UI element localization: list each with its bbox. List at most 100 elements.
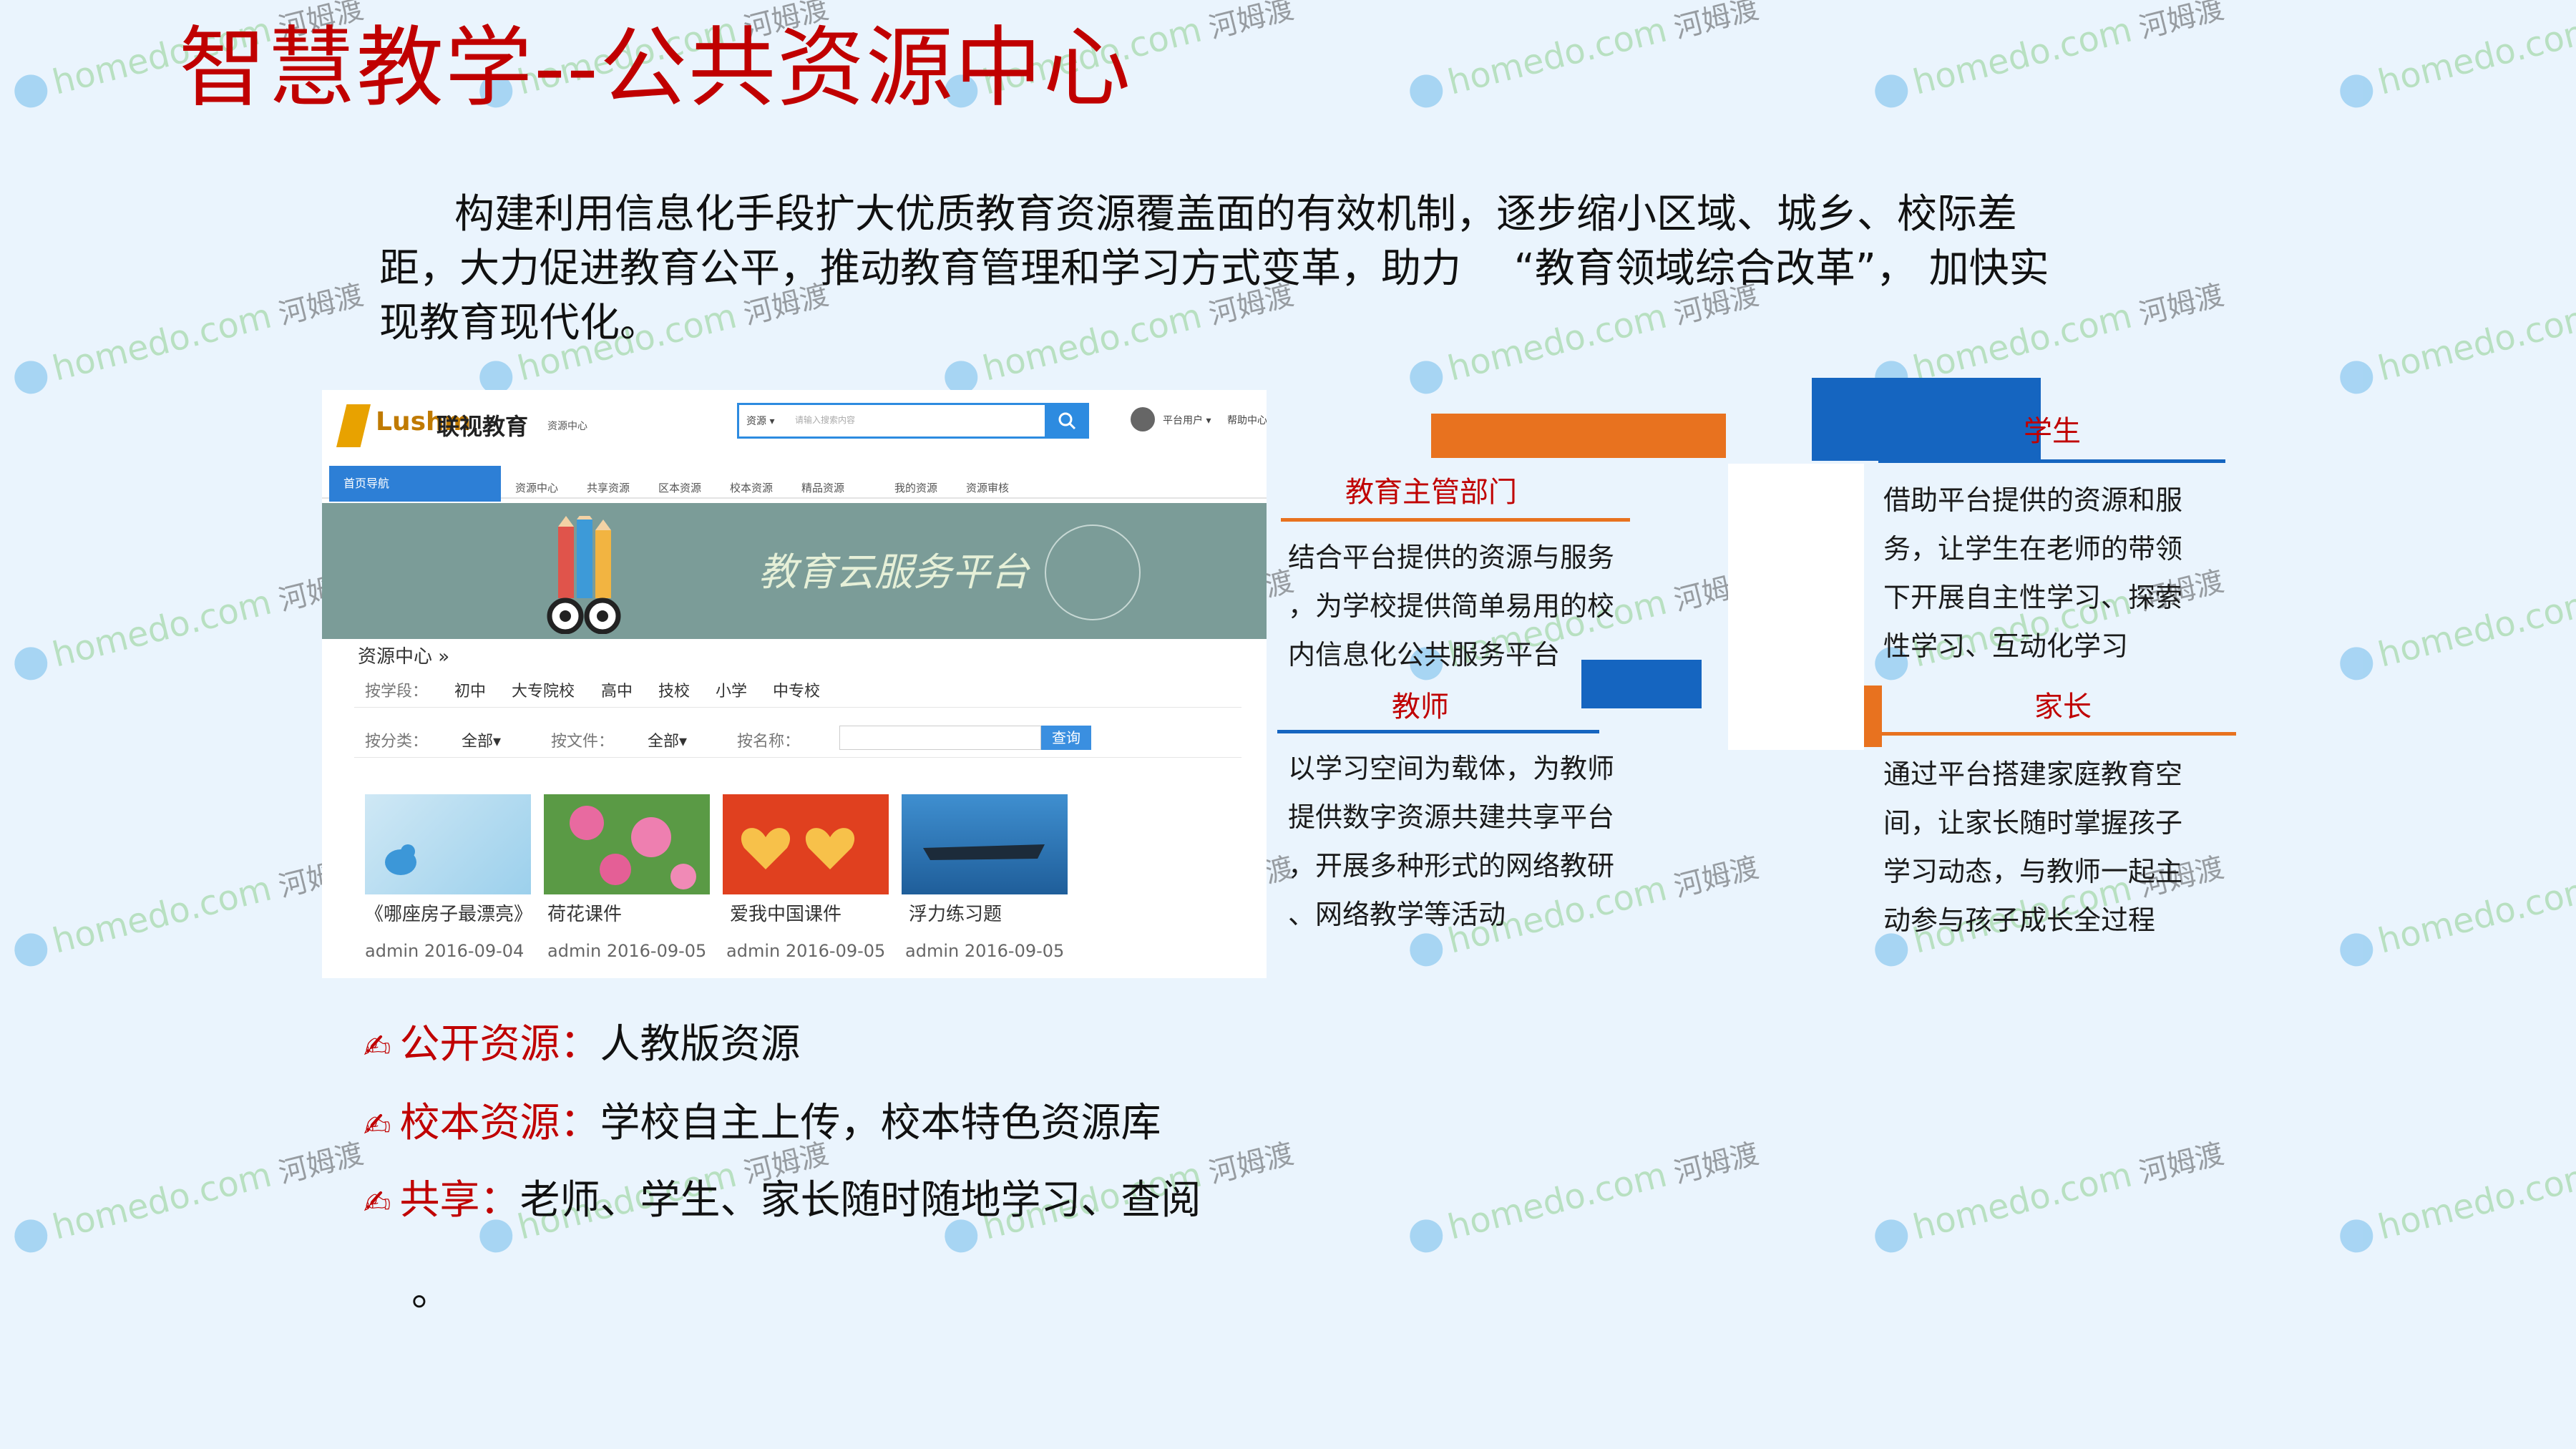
stage-filter-row: 按学段： 初中 大专院校 高中 技校 小学 中专校 [354,665,1241,708]
teacher-line: 、网络教学等活动 [1288,899,1506,930]
teacher-line: 以学习空间为载体，为教师 [1288,753,1615,784]
item-caption[interactable]: 荷花课件 [547,899,622,926]
flower-icon [11,643,52,684]
filter-option[interactable]: 中专校 [773,678,820,701]
ship-icon [923,844,1045,860]
student-line: 下开展自主性学习、探索 [1883,582,2183,613]
search-input[interactable]: 资源 ▾ 请输入搜索内容 [737,403,1049,439]
item-meta: admin 2016-09-05 [726,941,886,961]
nav-item[interactable]: 区本资源 [658,480,701,495]
filter-label: 按名称： [737,733,801,751]
teacher-title: 教师 [1392,691,1449,723]
pencils-icon [547,516,621,634]
watermark-cn: 河姆渡 [275,278,367,332]
avatar[interactable] [1131,407,1155,431]
watermark-cn: 河姆渡 [1205,0,1297,46]
filter-option[interactable]: 大专院校 [512,678,575,701]
watermark-cn: 河姆渡 [1670,1137,1762,1191]
item-meta: admin 2016-09-05 [905,941,1065,961]
parent-title: 家长 [2034,691,2092,723]
bird-icon [385,844,416,875]
help-link[interactable]: 帮助中心 [1227,413,1267,427]
nav-item[interactable]: 精品资源 [801,480,844,495]
search-button[interactable] [1045,403,1089,439]
flower-icon [1871,1216,1912,1257]
bullet-public-resources: ✍ 公开资源：人教版资源 [364,1020,801,1071]
platform-nav: 首页导航 资源中心 共享资源 区本资源 校本资源 精品资源 我的资源 资源审核 [322,462,1267,502]
watermark: homedo.com河姆渡 [9,1131,367,1257]
watermark-text: homedo.com [1443,9,1671,103]
filter-option[interactable]: 初中 [454,678,486,701]
bullet-value: 学校自主上传，校本特色资源库 [600,1100,1161,1146]
watermark-text: homedo.com [48,1154,275,1248]
search-scope[interactable]: 资源 ▾ [746,414,774,428]
watermark-text: homedo.com [1908,1154,2136,1248]
watermark: homedo.com河姆渡 [2335,272,2576,399]
logo-cn: 联视教育 [436,413,529,440]
nav-item[interactable]: 共享资源 [587,480,630,495]
thumbnail-lotus[interactable] [544,794,710,894]
student-title: 学生 [2024,415,2081,448]
flower-icon [1871,71,1912,112]
blue-block-top [1812,378,2041,461]
item-caption[interactable]: 浮力练习题 [909,899,1002,926]
logo-sub: 资源中心 [547,421,587,432]
file-select[interactable]: 全部▾ [648,728,687,751]
category-select[interactable]: 全部▾ [462,728,501,751]
flower-icon [2336,71,2377,112]
item-caption[interactable]: 爱我中国课件 [730,899,841,926]
nav-item[interactable]: 我的资源 [894,480,937,495]
filter-label: 按分类： [365,733,429,751]
watermark: homedo.com河姆渡 [1405,0,1762,112]
thumbnail-china[interactable] [723,794,889,894]
orange-block-top [1431,414,1726,458]
watermark: homedo.com河姆渡 [1870,1131,2228,1257]
thumbnail-bird[interactable] [365,794,531,894]
nav-home[interactable]: 首页导航 [329,466,501,502]
parent-line: 通过平台搭建家庭教育空 [1883,758,2183,790]
watermark-cn: 河姆渡 [1670,851,1762,904]
parent-description: 通过平台搭建家庭教育空 间，让家长随时掌握孩子 学习动态，与教师一起主 动参与孩… [1883,750,2182,945]
watermark-text: homedo.com [48,868,275,962]
student-line: 借助平台提供的资源和服 [1883,484,2183,516]
page-title: 智慧教学--公共资源中心 [179,17,1133,119]
watermark-cn: 河姆渡 [2135,1137,2228,1191]
filter-option[interactable]: 高中 [601,678,633,701]
nav-item[interactable]: 资源审核 [966,480,1009,495]
name-input[interactable] [839,726,1041,750]
search-icon [1058,412,1076,430]
dept-description: 结合平台提供的资源与服务 ，为学校提供简单易用的校 内信息化公共服务平台 [1288,533,1614,679]
nav-item[interactable]: 校本资源 [730,480,773,495]
category-filter-row: 按分类： 全部▾ 按文件： 全部▾ 按名称： 查询 [354,716,1241,758]
platform-banner: 教育云服务平台 [322,503,1267,639]
watermark: homedo.com河姆渡 [2335,844,2576,971]
nav-item[interactable]: 资源中心 [515,480,558,495]
hearts-icon [741,828,855,869]
filter-option[interactable]: 技校 [658,678,690,701]
parent-line: 学习动态，与教师一起主 [1883,856,2183,887]
bullet-key: 共享： [399,1177,520,1224]
watermark-cn: 河姆渡 [2135,0,2228,46]
intro-line-2: 距，大力促进教育公平，推动教育管理和学习方式变革，助力 “教育领域综合改革”， … [379,245,2049,292]
student-underline [1878,459,2225,463]
dept-line: 内信息化公共服务平台 [1288,639,1561,670]
bullet-value: 人教版资源 [600,1021,801,1068]
thumbnail-ship[interactable] [902,794,1068,894]
watermark-text: homedo.com [2373,1154,2576,1248]
teacher-underline [1277,730,1599,733]
dept-line: ，为学校提供简单易用的校 [1288,590,1615,622]
watermark-cn: 河姆渡 [1205,1137,1297,1191]
filter-option[interactable]: 小学 [716,678,747,701]
watermark-cn: 河姆渡 [275,1137,367,1191]
item-caption[interactable]: 《哪座房子最漂亮》 [365,899,532,926]
pen-icon: ✍ [364,1183,391,1221]
watermark-text: homedo.com [2373,9,2576,103]
watermark-text: homedo.com [2373,868,2576,962]
flower-icon [11,1216,52,1257]
flower-icon [11,930,52,970]
user-menu[interactable]: 平台用户 ▾ [1163,413,1211,427]
query-button[interactable]: 查询 [1041,726,1091,750]
bullet-school-resources: ✍ 校本资源：学校自主上传，校本特色资源库 [364,1098,1161,1150]
student-description: 借助平台提供的资源和服 务，让学生在老师的带领 下开展自主性学习、探索 性学习、… [1883,476,2182,670]
resource-center-breadcrumb[interactable]: 资源中心 » [358,642,449,668]
